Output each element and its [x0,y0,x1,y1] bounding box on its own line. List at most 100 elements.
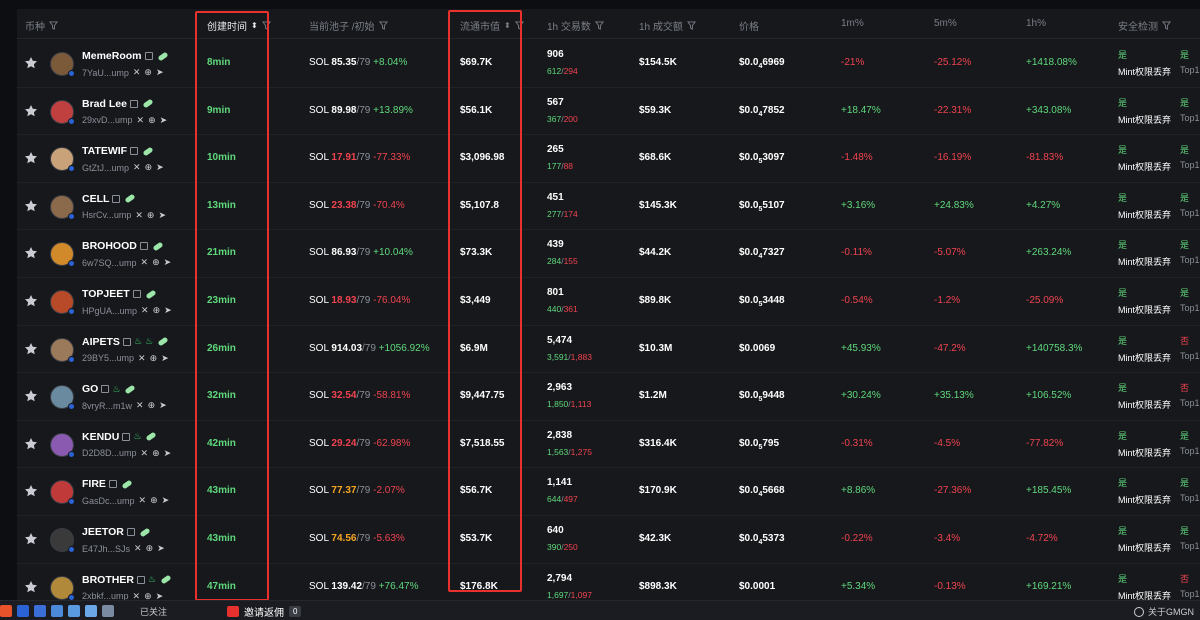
telegram-icon[interactable]: ➤ [156,591,164,600]
app-icon-blue[interactable] [17,605,29,617]
telegram-icon[interactable]: ➤ [157,543,165,554]
token-name[interactable]: BROTHER ♨ [82,574,172,586]
telegram-icon[interactable]: ➤ [156,67,164,78]
filter-icon[interactable] [261,21,271,30]
token-address[interactable]: 6w7SQ...ump ✕ ⊕ ➤ [82,257,171,268]
website-globe-icon[interactable]: ⊕ [152,448,160,459]
header-mcap[interactable]: 流通市值 ⬍ [460,18,524,33]
sort-icon[interactable]: ⬍ [504,21,511,30]
filter-icon[interactable] [378,21,388,30]
filter-icon[interactable] [1162,21,1171,30]
table-row[interactable]: GO ♨ 8vryR...m1w ✕ ⊕ ➤ 32min SOL 32.54/7… [17,373,1200,421]
telegram-icon[interactable]: ➤ [164,448,172,459]
token-address[interactable]: HPgUA...ump ✕ ⊕ ➤ [82,305,172,316]
token-address[interactable]: GtZtJ...ump ✕ ⊕ ➤ [82,162,164,173]
token-address[interactable]: 29BY5...ump ✕ ⊕ ➤ [82,353,169,364]
header-volume[interactable]: 1h 成交额 [639,18,696,33]
website-globe-icon[interactable]: ⊕ [152,257,160,268]
copy-icon[interactable] [129,99,138,108]
website-globe-icon[interactable]: ⊕ [147,210,155,221]
x-twitter-icon[interactable]: ✕ [133,162,141,173]
app-icon-orange[interactable] [0,605,12,617]
table-row[interactable]: MemeRoom 7YaU...ump ✕ ⊕ ➤ 8min SOL 85.35… [17,40,1200,88]
filter-icon[interactable] [686,21,696,30]
filter-icon[interactable] [514,21,524,30]
table-row[interactable]: JEETOR E47Jh...SJs ✕ ⊕ ➤ 43min SOL 74.56… [17,516,1200,564]
token-name[interactable]: GO ♨ [82,383,136,395]
copy-icon[interactable] [122,432,131,441]
copy-icon[interactable] [130,147,139,156]
header-5m[interactable]: 5m% [934,18,957,29]
copy-icon[interactable] [139,242,148,251]
token-address[interactable]: 8vryR...m1w ✕ ⊕ ➤ [82,400,167,411]
token-name[interactable]: Brad Lee [82,98,154,110]
table-row[interactable]: KENDU ♨ D2D8D...ump ✕ ⊕ ➤ 42min SOL 29.2… [17,420,1200,469]
header-price[interactable]: 价格 [739,18,759,33]
filter-icon[interactable] [49,21,58,30]
header-txns[interactable]: 1h 交易数 [547,18,604,33]
x-twitter-icon[interactable]: ✕ [134,543,142,554]
website-globe-icon[interactable]: ⊕ [144,67,152,78]
x-twitter-icon[interactable]: ✕ [139,495,147,506]
favorite-star-icon[interactable] [24,199,38,213]
header-created[interactable]: 创建时间 ⬍ [207,18,271,33]
sort-desc-icon[interactable]: ⬍ [251,21,258,30]
website-globe-icon[interactable]: ⊕ [150,495,158,506]
telegram-icon[interactable]: ➤ [164,305,172,316]
favorite-star-icon[interactable] [24,484,38,498]
header-pool[interactable]: 当前池子 /初始 [309,18,388,33]
copy-icon[interactable] [132,290,141,298]
app-icon-gear[interactable] [102,605,114,617]
table-row[interactable]: BROHOOD 6w7SQ...ump ✕ ⊕ ➤ 21min SOL 86.9… [17,230,1200,278]
website-globe-icon[interactable]: ⊕ [150,353,158,364]
copy-icon[interactable] [144,52,153,60]
table-row[interactable]: CELL HsrCv...ump ✕ ⊕ ➤ 13min SOL 23.38/7… [17,183,1200,231]
telegram-icon[interactable]: ➤ [159,400,167,411]
website-globe-icon[interactable]: ⊕ [148,115,156,126]
token-name[interactable]: KENDU ♨ [82,431,157,443]
token-name[interactable]: TATEWIF [82,145,154,157]
token-address[interactable]: HsrCv...ump ✕ ⊕ ➤ [82,210,166,221]
favorite-star-icon[interactable] [24,437,38,451]
app-icon-cloud[interactable] [85,605,97,617]
token-address[interactable]: 7YaU...ump ✕ ⊕ ➤ [82,67,164,78]
x-twitter-icon[interactable]: ✕ [137,115,145,126]
favorite-star-icon[interactable] [24,104,38,118]
x-twitter-icon[interactable]: ✕ [133,591,141,600]
token-name[interactable]: BROHOOD [82,240,164,252]
table-row[interactable]: AIPETS ♨ ♨ 29BY5...ump ✕ ⊕ ➤ 26min SOL 91… [17,325,1200,374]
telegram-icon[interactable]: ➤ [156,162,164,173]
table-row[interactable]: TOPJEET HPgUA...ump ✕ ⊕ ➤ 23min SOL 18.9… [17,278,1200,326]
favorite-star-icon[interactable] [24,294,38,308]
favorite-star-icon[interactable] [24,389,38,403]
x-twitter-icon[interactable]: ✕ [141,448,149,459]
followed-link[interactable]: 已关注 [140,605,167,618]
favorite-star-icon[interactable] [24,532,38,546]
app-icon-grid[interactable] [51,605,63,617]
telegram-icon[interactable]: ➤ [164,257,172,268]
copy-icon[interactable] [126,528,135,536]
header-1m[interactable]: 1m% [841,18,864,29]
copy-icon[interactable] [136,575,145,584]
website-globe-icon[interactable]: ⊕ [146,543,154,554]
about-link[interactable]: 关于GMGN [1134,605,1194,618]
app-icon-doc[interactable] [68,605,80,617]
telegram-icon[interactable]: ➤ [161,353,169,364]
token-name[interactable]: CELL [82,193,136,205]
favorite-star-icon[interactable] [24,580,38,594]
website-globe-icon[interactable]: ⊕ [148,400,156,411]
copy-icon[interactable] [112,194,121,203]
x-twitter-icon[interactable]: ✕ [136,400,144,411]
filter-icon[interactable] [594,21,604,30]
app-icon-mail[interactable] [34,605,46,617]
invite-rebate-link[interactable]: 邀请返佣 0 [227,604,302,619]
telegram-icon[interactable]: ➤ [160,115,168,126]
token-name[interactable]: AIPETS ♨ ♨ [82,336,169,348]
favorite-star-icon[interactable] [24,246,38,260]
header-token[interactable]: 币种 [25,18,58,33]
favorite-star-icon[interactable] [24,342,38,356]
x-twitter-icon[interactable]: ✕ [138,353,146,364]
telegram-icon[interactable]: ➤ [162,495,170,506]
copy-icon[interactable] [122,337,131,346]
table-row[interactable]: FIRE GasDc...ump ✕ ⊕ ➤ 43min SOL 77.37/7… [17,468,1200,516]
